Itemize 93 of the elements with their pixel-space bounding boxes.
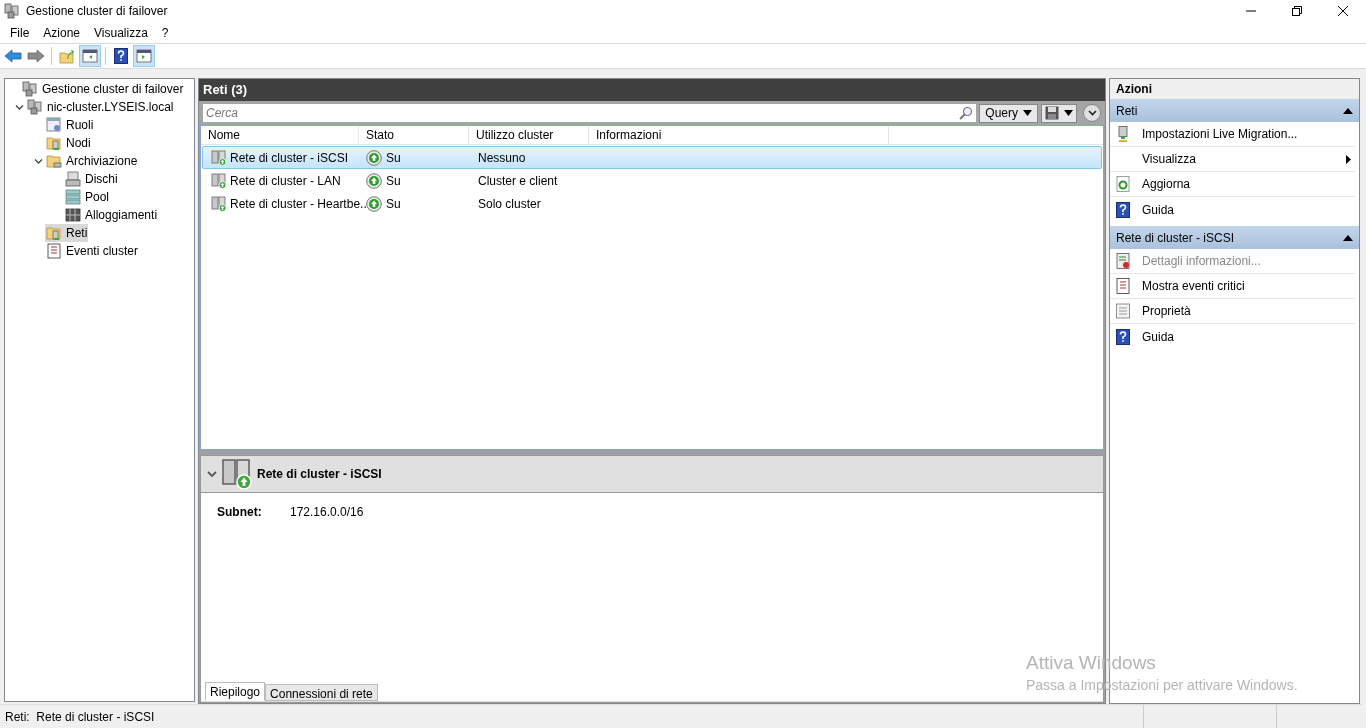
tree-item[interactable]: Eventi cluster [45,242,140,260]
chevron-icon[interactable] [33,156,43,166]
menu-item[interactable]: ? [154,22,176,43]
folder-icon [46,153,62,169]
search-field[interactable]: Cerca [203,104,960,122]
tree-item[interactable]: Dischi [64,170,119,188]
folder-server-icon [46,135,62,151]
menu-item[interactable]: Azione [36,22,88,43]
tree-item[interactable]: Ruoli [45,116,95,134]
table-cell-text: Rete di cluster - Heartbe... [230,195,371,213]
action-item[interactable]: Impostazioni Live Migration... [1110,122,1355,147]
chevron-icon[interactable] [14,102,24,112]
up-arrow-icon [366,195,382,212]
tree-item[interactable]: Archiviazione [45,152,139,170]
back-arrow-icon [4,48,22,64]
table-cell-text: Su [386,172,401,190]
storage-pool-icon [65,189,81,205]
submenu-arrow-icon [1346,154,1351,164]
pane-toggle-icon [136,48,152,64]
status-text: Reti: Rete di cluster - iSCSI [5,708,155,726]
folder-up-icon [59,48,75,64]
table-cell-text: Su [386,149,401,167]
panel-header: Reti (3) [199,79,1105,101]
close-icon [1338,6,1348,16]
search-icon [959,106,974,120]
column-header[interactable]: Utilizzo cluster [469,126,589,144]
chevron-icon [1087,110,1097,116]
table-cell: Nessuno [478,150,526,165]
tree-item[interactable]: Gestione cluster di failover [21,80,185,98]
enclosure-icon [65,207,81,223]
column-header[interactable]: Nome [201,126,359,144]
tab[interactable]: Connessioni di rete [265,684,378,701]
section-header[interactable]: Reti [1110,99,1359,122]
help-icon [1116,201,1130,218]
cluster-icon [22,81,38,97]
server-network-icon [211,195,227,212]
tree-item[interactable]: nic-cluster.LYSEIS.local [26,98,175,116]
action-item[interactable]: Proprietà [1110,299,1355,324]
server-icon [1116,126,1130,142]
tree-item[interactable]: Alloggiamenti [64,206,159,224]
details-title: Rete di cluster - iSCSI [257,466,382,483]
event-log-icon [46,243,62,259]
tree-item[interactable]: Reti [45,224,89,242]
pane-toggle-icon [82,48,98,64]
table-cell-text: Rete di cluster - iSCSI [230,149,349,167]
folder-server-icon [46,225,62,241]
field-value: 172.16.0.0/16 [290,504,364,521]
server-network-icon [211,172,227,189]
up-arrow-icon [366,172,382,189]
tab[interactable]: Riepilogo [205,682,266,701]
column-header[interactable]: Informazioni [589,126,889,144]
forward-arrow-icon [27,48,45,64]
restore-icon [1292,6,1302,16]
expand-button[interactable] [1083,104,1101,122]
action-item[interactable]: Guida [1110,324,1355,349]
chevron-icon[interactable] [207,470,217,478]
tree-item[interactable]: Pool [64,188,111,206]
action-item[interactable]: Aggiorna [1110,172,1355,197]
cluster-icon [27,99,43,115]
action-item[interactable]: Visualizza [1110,147,1355,172]
cluster-icon [4,3,20,19]
tree-item[interactable]: Nodi [45,134,92,152]
column-header[interactable]: Stato [359,126,469,144]
table-cell: Cluster e client [478,173,558,188]
refresh-icon [1116,176,1130,192]
properties-icon [1116,303,1130,319]
action-item[interactable]: Mostra eventi critici [1110,274,1355,299]
menu-item[interactable]: File [3,22,37,43]
section-header[interactable]: Rete di cluster - iSCSI [1110,226,1359,249]
table-row[interactable]: Rete di cluster - Heartbe... Su Solo cluster [202,192,1102,215]
event-log-icon [1116,278,1130,294]
table-cell-text: Su [386,195,401,213]
table-row[interactable]: Rete di cluster - LAN Su Cluster e client [202,169,1102,192]
menu-item[interactable]: Visualizza [87,22,155,43]
toolbar-button[interactable] [79,45,101,67]
server-network-icon [211,149,227,166]
help-icon [114,48,128,64]
up-arrow-icon [366,149,382,166]
field-label: Subnet: [217,504,263,521]
caret-icon [1064,110,1073,116]
table-cell-text: Rete di cluster - LAN [230,172,341,190]
notebook-icon [1116,253,1130,269]
query-button[interactable]: Query [979,103,1038,123]
disk-icon [65,171,81,187]
save-query-button[interactable] [1041,103,1077,123]
window-title: Gestione cluster di failover [26,3,168,20]
help-icon [1116,328,1130,345]
caret-icon [1023,110,1032,116]
toolbar-button[interactable] [133,45,155,67]
table-cell: Solo cluster [478,196,541,211]
table-row[interactable]: Rete di cluster - iSCSI Su Nessuno [202,146,1102,169]
actions-title: Azioni [1110,79,1359,99]
action-item[interactable]: Guida [1110,197,1355,222]
